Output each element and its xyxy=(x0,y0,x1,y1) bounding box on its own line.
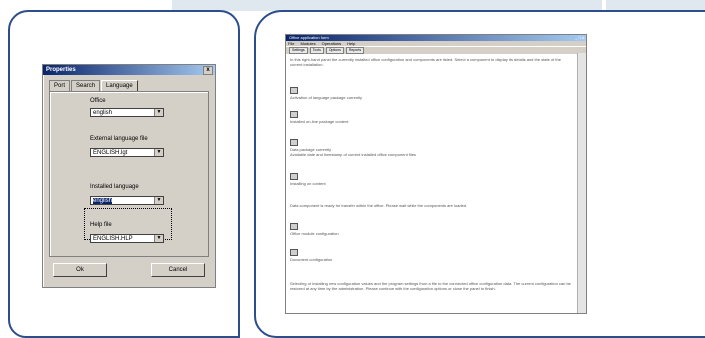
item-text: Installed on-line package content xyxy=(290,119,349,124)
toolbar-options[interactable]: Options xyxy=(325,47,344,54)
item-text: Activation of language package currently xyxy=(290,95,363,100)
menu-modules[interactable]: Modules xyxy=(300,41,315,46)
properties-dialog: Properties x Port Search Language Office… xyxy=(42,64,216,288)
toolbar-reports[interactable]: Reports xyxy=(345,47,365,54)
footer-text: Selecting or installing new configuratio… xyxy=(290,281,571,291)
package-icon[interactable] xyxy=(290,87,298,94)
window-controls[interactable]: _ □ x xyxy=(575,35,584,41)
office-select-value: english xyxy=(93,110,113,116)
toolbar: Settings Tools Options Reports xyxy=(286,46,586,54)
vertical-scrollbar[interactable] xyxy=(577,53,586,313)
external-language-file-label: External language file xyxy=(90,136,148,142)
toolbar-tools[interactable]: Tools xyxy=(309,47,324,54)
external-language-file-select[interactable]: ENGLISH.lgt ▼ xyxy=(90,148,164,157)
installed-language-value: english xyxy=(93,198,113,204)
language-tab-page: Office english ▼ External language file … xyxy=(49,91,209,257)
package-icon[interactable] xyxy=(290,173,298,180)
chevron-down-icon[interactable]: ▼ xyxy=(154,197,163,204)
office-select[interactable]: english ▼ xyxy=(90,108,164,117)
package-icon[interactable] xyxy=(290,249,298,256)
app-title: Office application form xyxy=(289,35,329,40)
installed-language-label: Installed language xyxy=(90,184,139,190)
app-content: In this right-hand panel the currently i… xyxy=(290,55,574,309)
external-language-file-value: ENGLISH.lgt xyxy=(93,150,128,156)
menu-help[interactable]: Help xyxy=(347,41,355,46)
tab-search[interactable]: Search xyxy=(71,80,101,91)
chevron-down-icon[interactable]: ▼ xyxy=(154,149,163,156)
chevron-down-icon[interactable]: ▼ xyxy=(154,235,163,242)
application-window: Office application form _ □ x File Modul… xyxy=(285,34,587,314)
item-text: Data component is ready for transfer wit… xyxy=(290,203,468,208)
menu-operations[interactable]: Operations xyxy=(322,41,342,46)
package-icon[interactable] xyxy=(290,139,298,146)
intro-text: In this right-hand panel the currently i… xyxy=(290,57,561,67)
item-text: Document configuration xyxy=(290,257,333,262)
package-icon[interactable] xyxy=(290,223,298,230)
ok-button[interactable]: Ok xyxy=(53,263,107,277)
tab-port[interactable]: Port xyxy=(49,80,71,91)
toolbar-settings[interactable]: Settings xyxy=(289,47,308,54)
item-subtext: Available date and timestamp of current … xyxy=(290,152,416,157)
item-text: Office module configuration xyxy=(290,231,339,236)
help-file-value: ENGLISH.HLP xyxy=(93,236,133,242)
package-icon[interactable] xyxy=(290,111,298,118)
help-file-label: Help file xyxy=(90,222,112,228)
dialog-tabs: Port Search Language xyxy=(49,80,139,92)
office-label: Office xyxy=(90,98,106,104)
cancel-button[interactable]: Cancel xyxy=(151,263,205,277)
chevron-down-icon[interactable]: ▼ xyxy=(154,109,163,116)
close-icon[interactable]: x xyxy=(203,66,213,75)
dialog-title: Properties xyxy=(46,67,76,73)
dialog-title-bar: Properties x xyxy=(43,65,215,75)
menu-file[interactable]: File xyxy=(288,41,294,46)
installed-language-select[interactable]: english ▼ xyxy=(90,196,164,205)
item-text: Installing on content xyxy=(290,181,326,186)
help-file-select[interactable]: ENGLISH.HLP ▼ xyxy=(90,234,164,243)
